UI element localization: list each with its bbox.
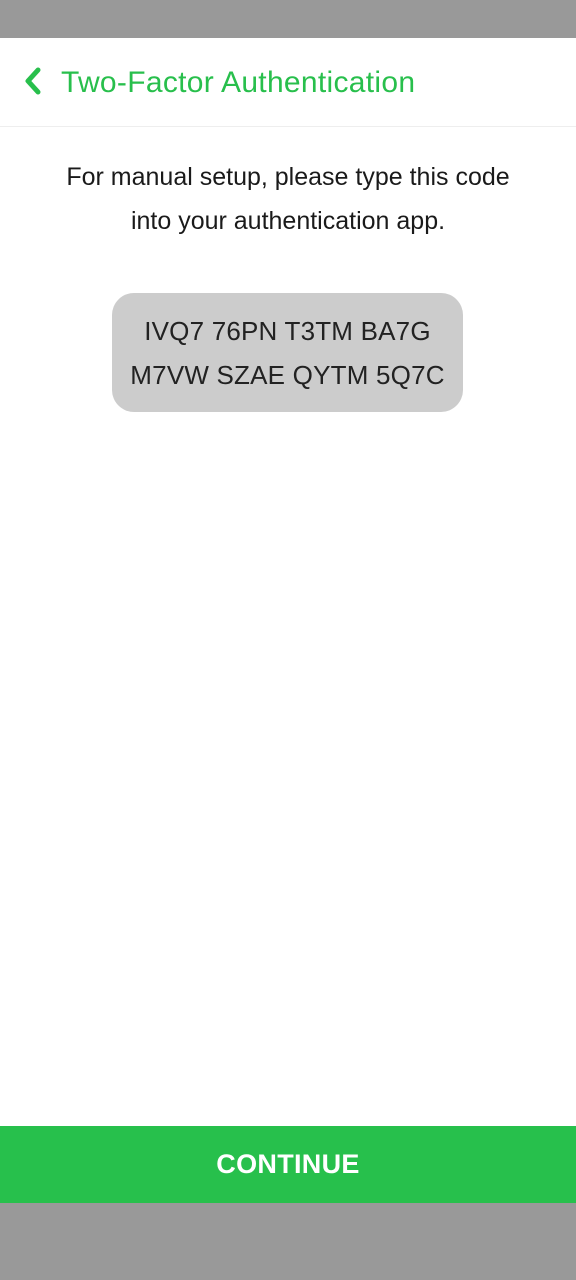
page-title: Two-Factor Authentication [61,66,416,99]
secret-code-box[interactable]: IVQ7 76PN T3TM BA7G M7VW SZAE QYTM 5Q7C [112,293,463,412]
instructions-line-1: For manual setup, please type this code [66,163,510,191]
instructions-line-2: into your authentication app. [130,207,446,235]
app-header: Two-Factor Authentication [0,38,576,127]
status-bar [0,0,576,38]
secret-code-line-2: M7VW SZAE QYTM 5Q7C [130,359,445,390]
back-button[interactable] [14,62,52,100]
navigation-bar [0,1203,576,1280]
continue-button[interactable]: CONTINUE [0,1126,576,1203]
chevron-left-icon [25,67,41,95]
secret-code-line-1: IVQ7 76PN T3TM BA7G [144,315,431,346]
setup-instructions: For manual setup, please type this code … [30,155,546,243]
